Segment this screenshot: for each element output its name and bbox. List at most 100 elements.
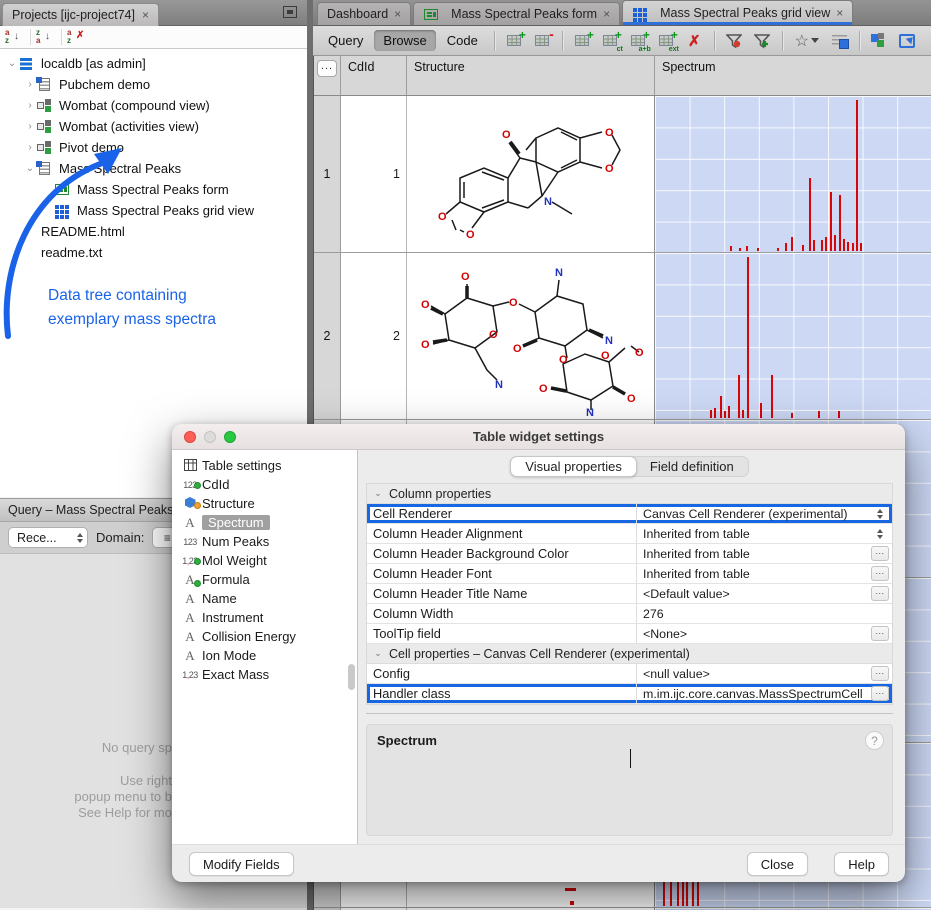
- views-icon[interactable]: [867, 30, 892, 52]
- delete-field-icon[interactable]: ✗: [682, 30, 707, 52]
- settings-tree-item[interactable]: 1,23Exact Mass: [172, 665, 357, 684]
- property-row[interactable]: Config<null value>...: [367, 664, 892, 684]
- close-icon[interactable]: ×: [603, 7, 610, 21]
- tree-item[interactable]: ⌄Mass Spectral Peaks: [0, 158, 307, 179]
- close-button[interactable]: Close: [747, 852, 808, 876]
- tree-expander-icon[interactable]: ›: [24, 142, 36, 153]
- settings-tree-item[interactable]: ACollision Energy: [172, 627, 357, 646]
- save-list-icon[interactable]: [827, 30, 852, 52]
- section-header[interactable]: ⌄Cell properties – Canvas Cell Renderer …: [367, 644, 892, 664]
- settings-tree-item[interactable]: 123CdId: [172, 475, 357, 494]
- property-value: Inherited from table: [637, 567, 868, 581]
- stepper-icon[interactable]: [877, 506, 883, 522]
- add-row-icon[interactable]: +: [502, 30, 527, 52]
- zoom-window-icon[interactable]: [224, 431, 236, 443]
- property-row[interactable]: Column Header Title Name<Default value>.…: [367, 584, 892, 604]
- tree-item[interactable]: README.html: [0, 221, 307, 242]
- settings-tree-item[interactable]: AInstrument: [172, 608, 357, 627]
- tree-item[interactable]: ›Wombat (activities view): [0, 116, 307, 137]
- mode-button-query[interactable]: Query: [319, 30, 372, 51]
- property-row[interactable]: Column Width276: [367, 604, 892, 624]
- tree-expander-icon[interactable]: ›: [24, 79, 36, 90]
- recent-queries-select[interactable]: Rece...: [8, 527, 88, 548]
- ellipsis-button[interactable]: ...: [871, 666, 889, 681]
- ellipsis-button[interactable]: ...: [871, 546, 889, 561]
- minimize-window-icon[interactable]: [204, 431, 216, 443]
- mode-button-browse[interactable]: Browse: [374, 30, 435, 51]
- column-header-cdid[interactable]: CdId: [341, 56, 407, 95]
- minimize-panel-icon[interactable]: [283, 6, 297, 18]
- tab-visual-properties[interactable]: Visual properties: [510, 456, 637, 477]
- close-icon[interactable]: ×: [836, 6, 843, 20]
- property-grid: ⌄Column propertiesCell RendererCanvas Ce…: [366, 483, 893, 705]
- property-value: m.im.ijc.core.canvas.MassSpectrumCell: [637, 687, 868, 701]
- grid-options-button[interactable]: ...: [317, 60, 337, 77]
- export-icon[interactable]: [895, 30, 920, 52]
- sort-descending-button[interactable]: za↓: [35, 29, 57, 46]
- tree-item[interactable]: ›Pivot demo: [0, 137, 307, 158]
- tree-item[interactable]: Mass Spectral Peaks form: [0, 179, 307, 200]
- modify-fields-button[interactable]: Modify Fields: [189, 852, 294, 876]
- property-row[interactable]: Handler classm.im.ijc.core.canvas.MassSp…: [367, 684, 892, 704]
- tree-item[interactable]: ›Pubchem demo: [0, 74, 307, 95]
- tree-scrollbar[interactable]: [348, 664, 355, 690]
- tree-expander-icon[interactable]: ⌄: [24, 163, 36, 174]
- add-extension-field-icon[interactable]: +ext: [654, 30, 679, 52]
- tab-projects[interactable]: Projects [ijc-project74] ×: [2, 3, 159, 26]
- add-filter-icon[interactable]: [750, 30, 775, 52]
- settings-tree-item[interactable]: 1,23Mol Weight: [172, 551, 357, 570]
- settings-tree-item[interactable]: AName: [172, 589, 357, 608]
- column-header-spectrum[interactable]: Spectrum: [655, 56, 931, 95]
- tree-expander-icon[interactable]: ›: [24, 100, 36, 111]
- settings-tree-item[interactable]: AFormula: [172, 570, 357, 589]
- stepper-icon[interactable]: [877, 526, 883, 542]
- property-row[interactable]: Cell RendererCanvas Cell Renderer (exper…: [367, 504, 892, 524]
- favorites-icon[interactable]: ☆: [790, 30, 824, 52]
- add-calculated-field-icon[interactable]: +a+b: [626, 30, 651, 52]
- add-chemical-terms-field-icon[interactable]: +ct: [598, 30, 623, 52]
- property-row[interactable]: Column Header AlignmentInherited from ta…: [367, 524, 892, 544]
- section-header[interactable]: ⌄Column properties: [367, 484, 892, 504]
- dialog-titlebar[interactable]: Table widget settings: [172, 424, 905, 450]
- property-row[interactable]: Column Header FontInherited from table..…: [367, 564, 892, 584]
- column-header-structure[interactable]: Structure: [407, 56, 655, 95]
- tree-expander-icon[interactable]: ⌄: [6, 58, 18, 69]
- tree-item[interactable]: readme.txt: [0, 242, 307, 263]
- field-description-panel[interactable]: Spectrum ?: [366, 724, 893, 836]
- close-window-icon[interactable]: [184, 431, 196, 443]
- table-row[interactable]: 2 2 O: [314, 253, 931, 420]
- spectrum-peak: [791, 237, 793, 251]
- tree-item[interactable]: ⌄localdb [as admin]: [0, 53, 307, 74]
- ellipsis-button[interactable]: ...: [871, 686, 889, 701]
- close-icon[interactable]: ×: [142, 8, 149, 22]
- add-field-icon[interactable]: +: [570, 30, 595, 52]
- annotation-text: Data tree containing exemplary mass spec…: [48, 284, 216, 332]
- mode-button-code[interactable]: Code: [438, 30, 487, 51]
- sort-ascending-button[interactable]: az↓: [4, 29, 26, 46]
- settings-tree-item[interactable]: Structure: [172, 494, 357, 513]
- settings-tree-item[interactable]: AIon Mode: [172, 646, 357, 665]
- close-icon[interactable]: ×: [394, 7, 401, 21]
- tree-expander-icon[interactable]: ›: [24, 121, 36, 132]
- settings-tree-item[interactable]: 123Num Peaks: [172, 532, 357, 551]
- property-row[interactable]: ToolTip field<None>...: [367, 624, 892, 644]
- remove-row-icon[interactable]: -: [530, 30, 555, 52]
- settings-tree-item[interactable]: Table settings: [172, 456, 357, 475]
- settings-tree-item[interactable]: ASpectrum: [172, 513, 357, 532]
- tree-item[interactable]: ›Wombat (compound view): [0, 95, 307, 116]
- tab-mass-spectral-peaks-grid-view[interactable]: Mass Spectral Peaks grid view×: [622, 0, 853, 25]
- clear-sort-button[interactable]: az✗: [66, 29, 88, 46]
- help-icon[interactable]: ?: [865, 731, 884, 750]
- ellipsis-button[interactable]: ...: [871, 586, 889, 601]
- datatree-icon: [36, 77, 54, 92]
- tab-field-definition[interactable]: Field definition: [636, 457, 748, 476]
- help-button[interactable]: Help: [834, 852, 889, 876]
- tab-mass-spectral-peaks-form[interactable]: Mass Spectral Peaks form×: [413, 2, 620, 25]
- ellipsis-button[interactable]: ...: [871, 626, 889, 641]
- tree-item[interactable]: Mass Spectral Peaks grid view: [0, 200, 307, 221]
- ellipsis-button[interactable]: ...: [871, 566, 889, 581]
- table-row[interactable]: 1 1 O: [314, 96, 931, 253]
- property-row[interactable]: Column Header Background ColorInherited …: [367, 544, 892, 564]
- tab-dashboard[interactable]: Dashboard×: [317, 2, 411, 25]
- filter-icon[interactable]: [722, 30, 747, 52]
